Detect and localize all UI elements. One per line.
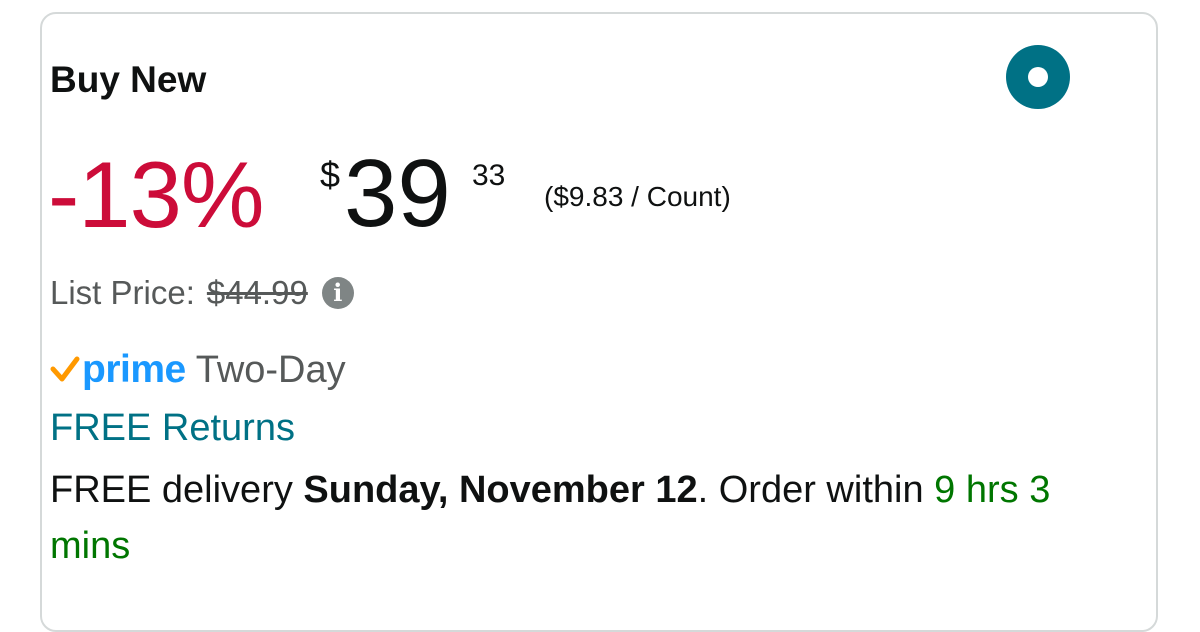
prime-logo: prime xyxy=(82,348,186,391)
prime-badge-row: prime Two-Day xyxy=(50,345,346,395)
list-price-label: List Price: xyxy=(50,274,195,311)
delivery-prefix: FREE delivery xyxy=(50,469,304,511)
list-price-row: List Price: $44.99 i xyxy=(50,272,354,314)
unit-price: ($9.83 / Count) xyxy=(544,181,731,212)
delivery-order-within: . Order within xyxy=(697,469,935,511)
radio-selected-dot xyxy=(1028,67,1048,87)
price-fraction: 33 xyxy=(472,159,506,192)
prime-delivery-speed: Two-Day xyxy=(195,349,346,391)
delivery-date: Sunday, November 12 xyxy=(303,469,698,511)
price-whole: 39 xyxy=(344,140,451,247)
free-returns-link[interactable]: FREE Returns xyxy=(50,404,295,452)
delivery-message: FREE delivery Sunday, November 12. Order… xyxy=(50,462,1060,574)
offer-title: Buy New xyxy=(50,59,207,100)
info-icon[interactable]: i xyxy=(321,277,354,309)
price-currency-symbol: $ xyxy=(320,154,341,195)
offer-radio-button[interactable] xyxy=(1006,45,1070,109)
list-price-value: $44.99 xyxy=(206,274,308,311)
discount-percentage: -13% xyxy=(48,142,264,247)
price-row: -13% $ 39 33 ($9.83 / Count) xyxy=(48,135,1048,255)
prime-check-icon xyxy=(50,356,80,382)
